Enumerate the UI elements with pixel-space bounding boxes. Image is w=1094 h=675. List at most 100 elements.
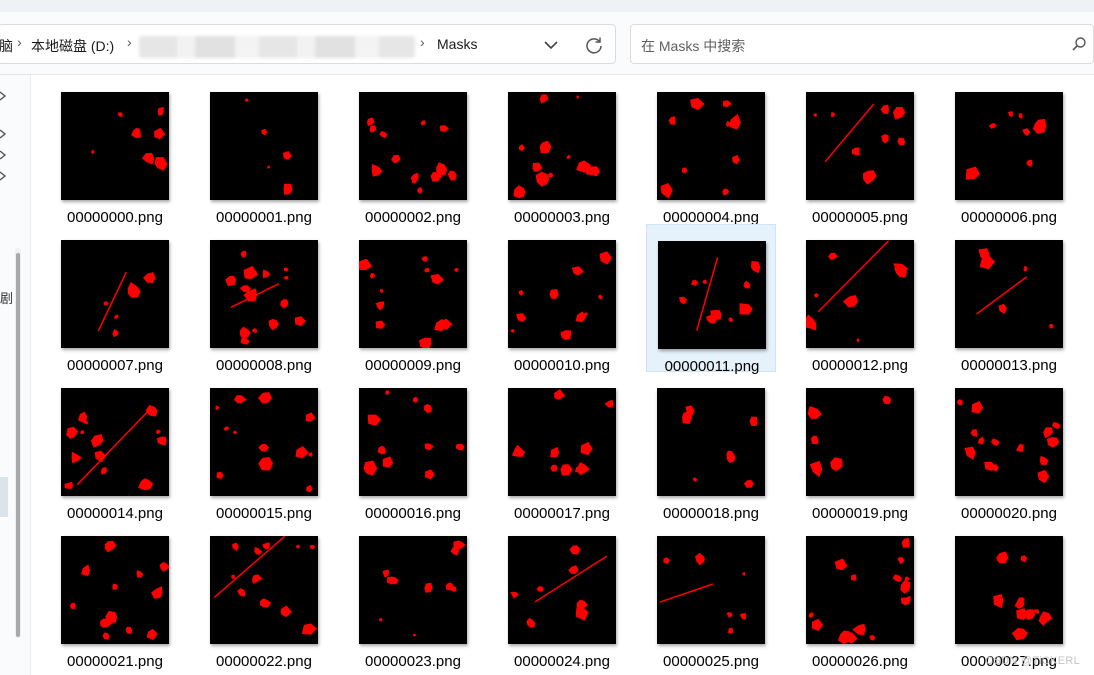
file-thumbnail[interactable] <box>210 388 318 496</box>
chevron-down-icon[interactable] <box>542 36 560 54</box>
file-tile[interactable]: 00000012.png <box>795 224 925 374</box>
file-tile[interactable]: 00000018.png <box>646 372 776 522</box>
file-tile[interactable]: 00000013.png <box>944 224 1074 374</box>
file-name[interactable]: 00000024.png <box>497 653 627 670</box>
search-placeholder: 在 Masks 中搜索 <box>641 38 746 54</box>
mask-image <box>64 405 167 491</box>
file-tile[interactable]: 00000007.png <box>50 224 180 374</box>
file-tile[interactable]: 00000009.png <box>348 224 478 374</box>
file-tile[interactable]: 00000019.png <box>795 372 925 522</box>
mask-image <box>359 256 459 348</box>
file-tile[interactable]: 00000011.png <box>646 224 776 375</box>
file-thumbnail[interactable] <box>508 388 616 496</box>
file-thumbnail[interactable] <box>806 388 914 496</box>
breadcrumb[interactable]: 脑 › 本地磁盘 (D:) › › Masks <box>0 24 616 64</box>
breadcrumb-separator-icon[interactable]: › <box>17 34 22 50</box>
refresh-icon[interactable] <box>584 35 604 55</box>
file-thumbnail[interactable] <box>359 240 467 348</box>
file-thumbnail[interactable] <box>657 388 765 496</box>
breadcrumb-item-partial[interactable]: 脑 <box>0 36 13 56</box>
file-thumbnail[interactable] <box>955 536 1063 644</box>
file-thumbnail[interactable] <box>806 536 914 644</box>
mask-image <box>91 106 168 171</box>
breadcrumb-separator-icon[interactable]: › <box>127 34 132 50</box>
file-tile[interactable]: 00000003.png <box>497 76 627 226</box>
chevron-right-icon[interactable] <box>0 150 8 160</box>
file-thumbnail[interactable] <box>359 388 467 496</box>
nav-scrollbar-thumb[interactable] <box>16 253 20 637</box>
file-tile[interactable]: 00000015.png <box>199 372 329 522</box>
search-input[interactable]: 在 Masks 中搜索 <box>630 24 1094 64</box>
nav-item-label-partial[interactable]: 剧 <box>0 288 13 307</box>
file-name[interactable]: 00000025.png <box>646 653 776 670</box>
file-thumbnail[interactable] <box>61 240 169 348</box>
file-tile[interactable]: 00000008.png <box>199 224 329 374</box>
file-name[interactable]: 00000026.png <box>795 653 925 670</box>
file-thumbnail[interactable] <box>210 536 318 644</box>
mask-image <box>511 389 614 476</box>
nav-item-selected[interactable] <box>0 477 8 517</box>
file-tile[interactable]: 00000020.png <box>944 372 1074 522</box>
file-thumbnail[interactable] <box>210 240 318 348</box>
file-thumbnail[interactable] <box>657 92 765 200</box>
file-tile[interactable]: 00000024.png <box>497 520 627 670</box>
mask-image <box>244 98 293 195</box>
chevron-right-icon[interactable] <box>0 91 8 101</box>
file-thumbnail[interactable] <box>61 92 169 200</box>
file-tile[interactable]: 00000006.png <box>944 76 1074 226</box>
file-name[interactable]: 00000023.png <box>348 653 478 670</box>
mask-image <box>807 396 892 478</box>
file-tile[interactable]: 00000016.png <box>348 372 478 522</box>
file-tile[interactable]: 00000004.png <box>646 76 776 226</box>
mask-image <box>367 117 457 194</box>
breadcrumb-item-redacted[interactable] <box>139 36 415 58</box>
mask-image <box>215 392 316 493</box>
file-thumbnail[interactable] <box>658 241 766 349</box>
file-tile[interactable]: 00000017.png <box>497 372 627 522</box>
mask-image <box>379 540 466 637</box>
mask-image <box>813 103 906 185</box>
search-icon[interactable] <box>1071 36 1087 52</box>
file-tile[interactable]: 00000000.png <box>50 76 180 226</box>
chevron-right-icon[interactable] <box>0 129 8 139</box>
file-tile[interactable]: 00000010.png <box>497 224 627 374</box>
file-name[interactable]: 00000021.png <box>50 653 180 670</box>
file-tile[interactable]: 00000014.png <box>50 372 180 522</box>
mask-image <box>993 551 1053 641</box>
chevron-right-icon[interactable] <box>0 171 8 181</box>
file-tile[interactable]: 00000022.png <box>199 520 329 670</box>
file-thumbnail[interactable] <box>955 388 1063 496</box>
file-thumbnail[interactable] <box>806 92 914 200</box>
mask-image <box>976 248 1054 329</box>
file-name[interactable]: 00000022.png <box>199 653 329 670</box>
mask-image <box>363 390 465 480</box>
mask-image <box>965 111 1047 180</box>
breadcrumb-separator-icon[interactable]: › <box>420 34 425 50</box>
file-tile[interactable]: 00000025.png <box>646 520 776 670</box>
file-thumbnail[interactable] <box>359 92 467 200</box>
mask-image <box>957 399 1061 484</box>
file-thumbnail[interactable] <box>657 536 765 644</box>
file-thumbnail[interactable] <box>508 240 616 348</box>
file-thumbnail[interactable] <box>61 388 169 496</box>
file-thumbnail[interactable] <box>359 536 467 644</box>
mask-image <box>510 251 612 341</box>
file-tile[interactable]: 00000002.png <box>348 76 478 226</box>
file-thumbnail[interactable] <box>61 536 169 644</box>
file-thumbnail[interactable] <box>806 240 914 348</box>
file-tile[interactable]: 00000005.png <box>795 76 925 226</box>
file-thumbnail[interactable] <box>508 92 616 200</box>
file-tile[interactable]: 00000026.png <box>795 520 925 670</box>
file-thumbnail[interactable] <box>210 92 318 200</box>
mask-image <box>806 240 909 343</box>
file-thumbnail[interactable] <box>955 240 1063 348</box>
file-thumbnail[interactable] <box>508 536 616 644</box>
file-tile[interactable]: 00000027.png <box>944 520 1074 670</box>
file-tile[interactable]: 00000021.png <box>50 520 180 670</box>
breadcrumb-item-drive[interactable]: 本地磁盘 (D:) <box>31 36 114 56</box>
file-thumbnail[interactable] <box>955 92 1063 200</box>
file-tile[interactable]: 00000001.png <box>199 76 329 226</box>
breadcrumb-item-current[interactable]: Masks <box>437 36 477 52</box>
navigation-pane[interactable]: 剧 <box>0 75 31 675</box>
file-tile[interactable]: 00000023.png <box>348 520 478 670</box>
